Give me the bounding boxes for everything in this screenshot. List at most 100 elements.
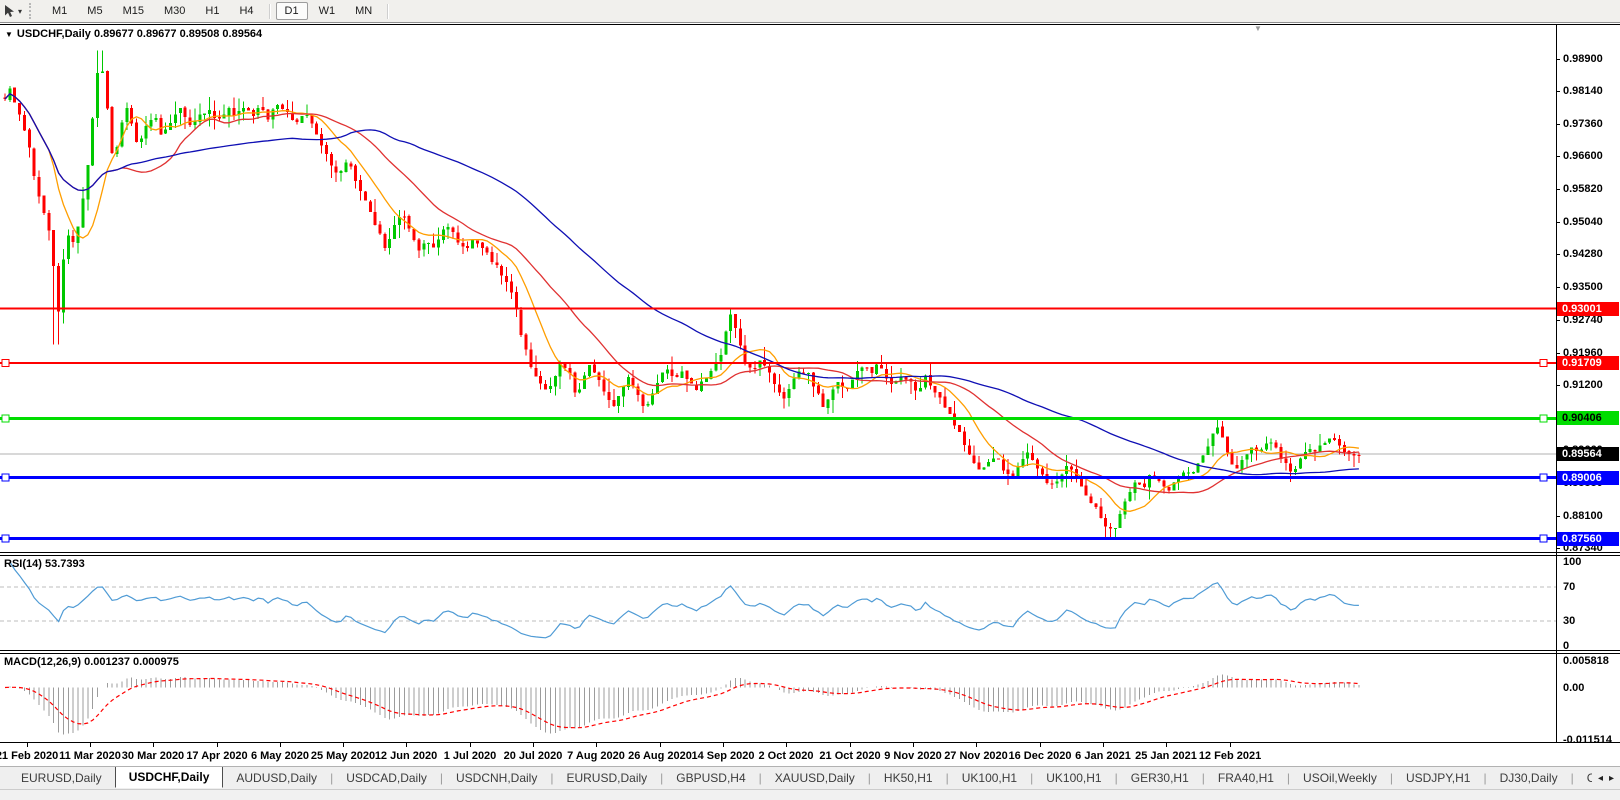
chart-tab-ger30-h1[interactable]: GER30,H1	[1118, 768, 1202, 788]
timeframe-button-mn[interactable]: MN	[346, 2, 381, 20]
macd-signal-line	[5, 679, 1359, 728]
cursor-tool-button[interactable]	[2, 3, 17, 19]
price-tick-label: 0.95820	[1563, 183, 1603, 195]
cursor-icon	[3, 4, 16, 18]
price-tick-mark	[1556, 548, 1560, 549]
timeframe-button-d1[interactable]: D1	[276, 2, 308, 20]
macd-panel[interactable]	[0, 653, 1556, 742]
timeframe-button-m5[interactable]: M5	[78, 2, 111, 20]
date-tick-mark	[470, 743, 471, 747]
price-tick-label: 0.96600	[1563, 150, 1603, 162]
date-tick-mark	[343, 743, 344, 747]
price-tick-mark	[1556, 385, 1560, 386]
timeframe-button-m30[interactable]: M30	[155, 2, 194, 20]
chart-tab-eurusd-daily[interactable]: EURUSD,Daily	[8, 768, 115, 788]
cursor-dropdown-caret-icon[interactable]: ▾	[18, 7, 22, 16]
tab-scroll-right-button[interactable]: ▸	[1609, 773, 1614, 784]
price-tick-mark	[1556, 156, 1560, 157]
date-tick-mark	[280, 743, 281, 747]
timeframe-toolbar: ▾ M1M5M15M30H1H4 D1W1MN	[0, 0, 1620, 23]
chart-tab-gbpusd-h4[interactable]: GBPUSD,H4	[663, 768, 758, 788]
chart-tab-usoil-weekly[interactable]: USOil,Weekly	[1290, 768, 1390, 788]
status-strip	[0, 789, 1620, 800]
timeframe-button-m15[interactable]: M15	[114, 2, 153, 20]
date-axis[interactable]: 21 Feb 202011 Mar 202030 Mar 202017 Apr …	[0, 743, 1556, 766]
macd-axis-label: -0.011514	[1563, 734, 1612, 746]
level-price-label: 0.87560	[1557, 532, 1619, 546]
chart-tab-audusd-daily[interactable]: AUDUSD,Daily	[223, 768, 330, 788]
level-price-label: 0.93001	[1557, 302, 1619, 316]
date-label: 12 Feb 2021	[1185, 750, 1275, 762]
chart-tab-fra40-h1[interactable]: FRA40,H1	[1205, 768, 1287, 788]
price-tick-label: 0.93500	[1563, 281, 1603, 293]
chart-tab-china300-h1[interactable]: CHINA300,H1	[1574, 768, 1592, 788]
ma-25-line[interactable]	[5, 94, 1359, 493]
macd-panel-top-border	[0, 653, 1620, 654]
rsi-panel[interactable]	[0, 555, 1556, 650]
price-tick-label: 0.91200	[1563, 379, 1603, 391]
date-tick-mark	[1230, 743, 1231, 747]
rsi-panel-bottom-border	[0, 650, 1620, 651]
date-tick-mark	[850, 743, 851, 747]
chart-tab-bar: EURUSD,DailyUSDCHF,DailyAUDUSD,Daily|USD…	[0, 766, 1620, 789]
rsi-axis-label: 0	[1563, 640, 1569, 652]
price-tick-mark	[1556, 91, 1560, 92]
chart-collapse-icon[interactable]: ▼	[5, 30, 13, 39]
timeframe-button-h4[interactable]: H4	[230, 2, 262, 20]
current-price-label: 0.89564	[1557, 447, 1619, 461]
price-tick-mark	[1556, 320, 1560, 321]
toolbar-separator	[387, 4, 388, 19]
timeframe-button-m1[interactable]: M1	[43, 2, 76, 20]
date-tick-mark	[976, 743, 977, 747]
terminal-window: ▾ M1M5M15M30H1H4 D1W1MN ▼ USDCHF,Daily 0.8…	[0, 0, 1620, 800]
price-tick-mark	[1556, 287, 1560, 288]
chart-tab-usdcad-daily[interactable]: USDCAD,Daily	[333, 768, 440, 788]
chart-tab-eurusd-daily[interactable]: EURUSD,Daily	[553, 768, 660, 788]
date-tick-mark	[90, 743, 91, 747]
chart-tab-hk50-h1[interactable]: HK50,H1	[871, 768, 946, 788]
chart-symbol-label: USDCHF,Daily	[17, 28, 91, 40]
chart-tab-usdchf-daily[interactable]: USDCHF,Daily	[115, 767, 224, 789]
price-tick-label: 0.88100	[1563, 510, 1603, 522]
price-tick-mark	[1556, 124, 1560, 125]
price-tick-mark	[1556, 189, 1560, 190]
toolbar-separator	[269, 4, 270, 19]
chart-tab-xauusd-daily[interactable]: XAUUSD,Daily	[762, 768, 868, 788]
chart-shift-marker-icon[interactable]: ▼	[1254, 24, 1262, 33]
date-tick-mark	[913, 743, 914, 747]
timeframe-button-h1[interactable]: H1	[196, 2, 228, 20]
level-price-label: 0.90406	[1557, 411, 1619, 425]
chart-tab-uk100-h1[interactable]: UK100,H1	[949, 768, 1030, 788]
main-panel-bottom-border	[0, 552, 1620, 553]
tab-scroll-controls: ◂ ▸	[1592, 773, 1620, 784]
chart-ohlc-readout: 0.89677 0.89677 0.89508 0.89564	[94, 28, 262, 40]
chart-window: ▼ USDCHF,Daily 0.89677 0.89677 0.89508 0.…	[0, 24, 1620, 766]
chart-tab-usdjpy-h1[interactable]: USDJPY,H1	[1393, 768, 1483, 788]
chart-tab-uk100-h1[interactable]: UK100,H1	[1033, 768, 1114, 788]
date-tick-mark	[153, 743, 154, 747]
price-tick-label: 0.98140	[1563, 85, 1603, 97]
candlestick-series	[4, 51, 1361, 540]
price-tick-label: 0.95040	[1563, 216, 1603, 228]
chart-tab-usdcnh-daily[interactable]: USDCNH,Daily	[443, 768, 550, 788]
price-axis[interactable]: 0.989000.981400.973600.966000.958200.950…	[1556, 24, 1620, 766]
date-tick-mark	[660, 743, 661, 747]
timeframe-button-w1[interactable]: W1	[310, 2, 345, 20]
chart-tab-dj30-daily[interactable]: DJ30,Daily	[1487, 768, 1571, 788]
tab-scroll-left-button[interactable]: ◂	[1598, 773, 1603, 784]
date-tick-mark	[533, 743, 534, 747]
rsi-indicator-label: RSI(14) 53.7393	[4, 558, 85, 570]
level-price-label: 0.91709	[1557, 356, 1619, 370]
date-tick-mark	[406, 743, 407, 747]
ma-10-line[interactable]	[5, 94, 1359, 512]
rsi-axis-label: 70	[1563, 581, 1575, 593]
horizontal-level-lines[interactable]	[0, 309, 1556, 543]
date-tick-mark	[596, 743, 597, 747]
date-tick-mark	[217, 743, 218, 747]
price-tick-mark	[1556, 254, 1560, 255]
level-price-label: 0.89006	[1557, 471, 1619, 485]
price-tick-label: 0.98900	[1563, 53, 1603, 65]
macd-axis-label: 0.00	[1563, 682, 1584, 694]
candlestick-chart[interactable]	[0, 24, 1556, 552]
macd-panel-bottom-border	[0, 742, 1620, 743]
